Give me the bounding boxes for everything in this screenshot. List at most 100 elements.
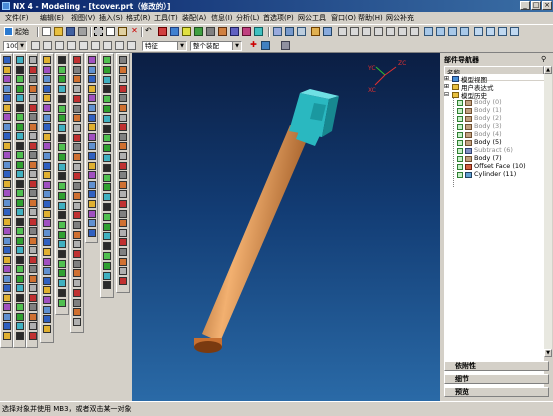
palette-tool-icon[interactable] [103, 124, 111, 133]
palette-tool-icon[interactable] [73, 94, 81, 103]
palette-tool-icon[interactable] [43, 296, 51, 304]
palette-tool-icon[interactable] [88, 190, 96, 199]
palette-tool-icon[interactable] [29, 170, 37, 178]
palette-tool-icon[interactable] [73, 298, 81, 307]
palette-tool-icon[interactable] [16, 303, 24, 311]
palette-tool-icon[interactable] [43, 200, 51, 208]
palette-tool-icon[interactable] [119, 65, 127, 74]
tree-item-body-3[interactable]: Body (3) [474, 122, 502, 130]
palette-tool-icon[interactable] [29, 75, 37, 83]
palette-tool-icon[interactable] [58, 143, 66, 152]
palette-tool-icon[interactable] [16, 160, 24, 169]
palette-tool-icon[interactable] [73, 153, 81, 161]
menu-tools[interactable]: 工具(T) [154, 13, 178, 23]
palette-tool-icon[interactable] [43, 286, 51, 295]
palette-tool-icon[interactable] [88, 171, 96, 180]
orient-f-icon[interactable] [398, 27, 407, 36]
palette-tool-icon[interactable] [58, 85, 66, 94]
menu-insert[interactable]: 插入(S) [99, 13, 123, 23]
save-icon[interactable] [66, 27, 75, 36]
snap-d-icon[interactable] [67, 41, 76, 50]
palette-tool-icon[interactable] [103, 56, 111, 64]
palette-tool-icon[interactable] [73, 56, 81, 64]
palette-tool-icon[interactable] [103, 193, 111, 202]
palette-tool-icon[interactable] [119, 209, 127, 218]
palette-tool-icon[interactable] [58, 104, 66, 113]
palette-tool-icon[interactable] [103, 212, 111, 221]
tool-g-icon[interactable] [230, 27, 239, 36]
palette-tool-icon[interactable] [103, 114, 111, 123]
palette-tool-icon[interactable] [88, 104, 96, 112]
palette-tool-icon[interactable] [29, 141, 37, 150]
tool-e-icon[interactable] [206, 27, 215, 36]
palette-tool-icon[interactable] [16, 75, 24, 83]
palette-tool-icon[interactable] [119, 190, 127, 199]
scroll-down-icon[interactable]: ▼ [544, 349, 552, 357]
palette-tool-icon[interactable] [88, 209, 96, 218]
palette-tool-icon[interactable] [73, 85, 81, 94]
palette-tool-icon[interactable] [29, 312, 37, 321]
palette-tool-icon[interactable] [58, 114, 66, 123]
palette-tool-icon[interactable] [16, 170, 24, 178]
palette-tool-icon[interactable] [3, 113, 11, 121]
palette-tool-icon[interactable] [16, 103, 24, 112]
palette-tool-icon[interactable] [103, 261, 111, 270]
view-c-icon[interactable] [297, 27, 306, 36]
tree-item-body-4[interactable]: Body (4) [474, 130, 502, 138]
palette-tool-icon[interactable] [16, 284, 24, 292]
palette-tool-icon[interactable] [16, 56, 24, 64]
orient-d-icon[interactable] [374, 27, 383, 36]
palette-tool-icon[interactable] [43, 219, 51, 228]
tree-item-body-7[interactable]: Body (7) [474, 154, 502, 162]
palette-tool-icon[interactable] [43, 65, 51, 74]
view-a-icon[interactable] [273, 27, 282, 36]
select-plus-icon[interactable]: ✚ [249, 41, 258, 50]
palette-tool-icon[interactable] [119, 152, 127, 160]
palette-tool-icon[interactable] [16, 217, 24, 226]
view-b-icon[interactable] [285, 27, 294, 36]
palette-tool-icon[interactable] [73, 211, 81, 220]
palette-tool-icon[interactable] [58, 56, 66, 64]
palette-tool-icon[interactable] [58, 240, 66, 249]
palette-tool-icon[interactable] [119, 142, 127, 151]
visibility-checkbox[interactable] [457, 124, 463, 130]
palette-tool-icon[interactable] [16, 132, 24, 140]
palette-tool-icon[interactable] [43, 248, 51, 256]
palette-tool-icon[interactable] [3, 122, 11, 131]
snap-g-icon[interactable] [103, 41, 112, 50]
palette-tool-icon[interactable] [16, 151, 24, 159]
palette-tool-icon[interactable] [73, 133, 81, 142]
tree-item-body-5[interactable]: Body (5) [474, 138, 502, 146]
palette-tool-icon[interactable] [29, 322, 37, 330]
palette-tool-icon[interactable] [16, 84, 24, 93]
visibility-checkbox[interactable] [457, 132, 463, 138]
menu-window[interactable]: 窗口(O) [331, 13, 356, 23]
palette-tool-icon[interactable] [88, 56, 96, 64]
palette-tool-icon[interactable] [58, 250, 66, 258]
palette-tool-icon[interactable] [58, 182, 66, 191]
tool-f-icon[interactable] [218, 27, 227, 36]
palette-tool-icon[interactable] [58, 288, 66, 297]
palette-tool-icon[interactable] [119, 104, 127, 112]
palette-tool-icon[interactable] [16, 208, 24, 216]
palette-tool-icon[interactable] [119, 113, 127, 122]
palette-tool-icon[interactable] [103, 105, 111, 113]
palette-tool-icon[interactable] [29, 265, 37, 273]
palette-tool-icon[interactable] [43, 113, 51, 122]
palette-tool-icon[interactable] [16, 274, 24, 283]
palette-tool-icon[interactable] [73, 230, 81, 239]
palette-tool-icon[interactable] [103, 242, 111, 251]
palette-tool-icon[interactable] [3, 103, 11, 112]
tool-i-icon[interactable] [254, 27, 263, 36]
palette-tool-icon[interactable] [119, 228, 127, 237]
palette-tool-icon[interactable] [3, 94, 11, 102]
palette-tool-icon[interactable] [43, 104, 51, 112]
palette-tool-icon[interactable] [16, 189, 24, 197]
palette-tool-icon[interactable] [103, 85, 111, 94]
palette-tool-icon[interactable] [58, 220, 66, 229]
palette-tool-icon[interactable] [73, 182, 81, 191]
palette-tool-icon[interactable] [29, 94, 37, 102]
palette-tool-icon[interactable] [3, 284, 11, 292]
palette-tool-icon[interactable] [29, 198, 37, 207]
palette-tool-icon[interactable] [43, 123, 51, 132]
